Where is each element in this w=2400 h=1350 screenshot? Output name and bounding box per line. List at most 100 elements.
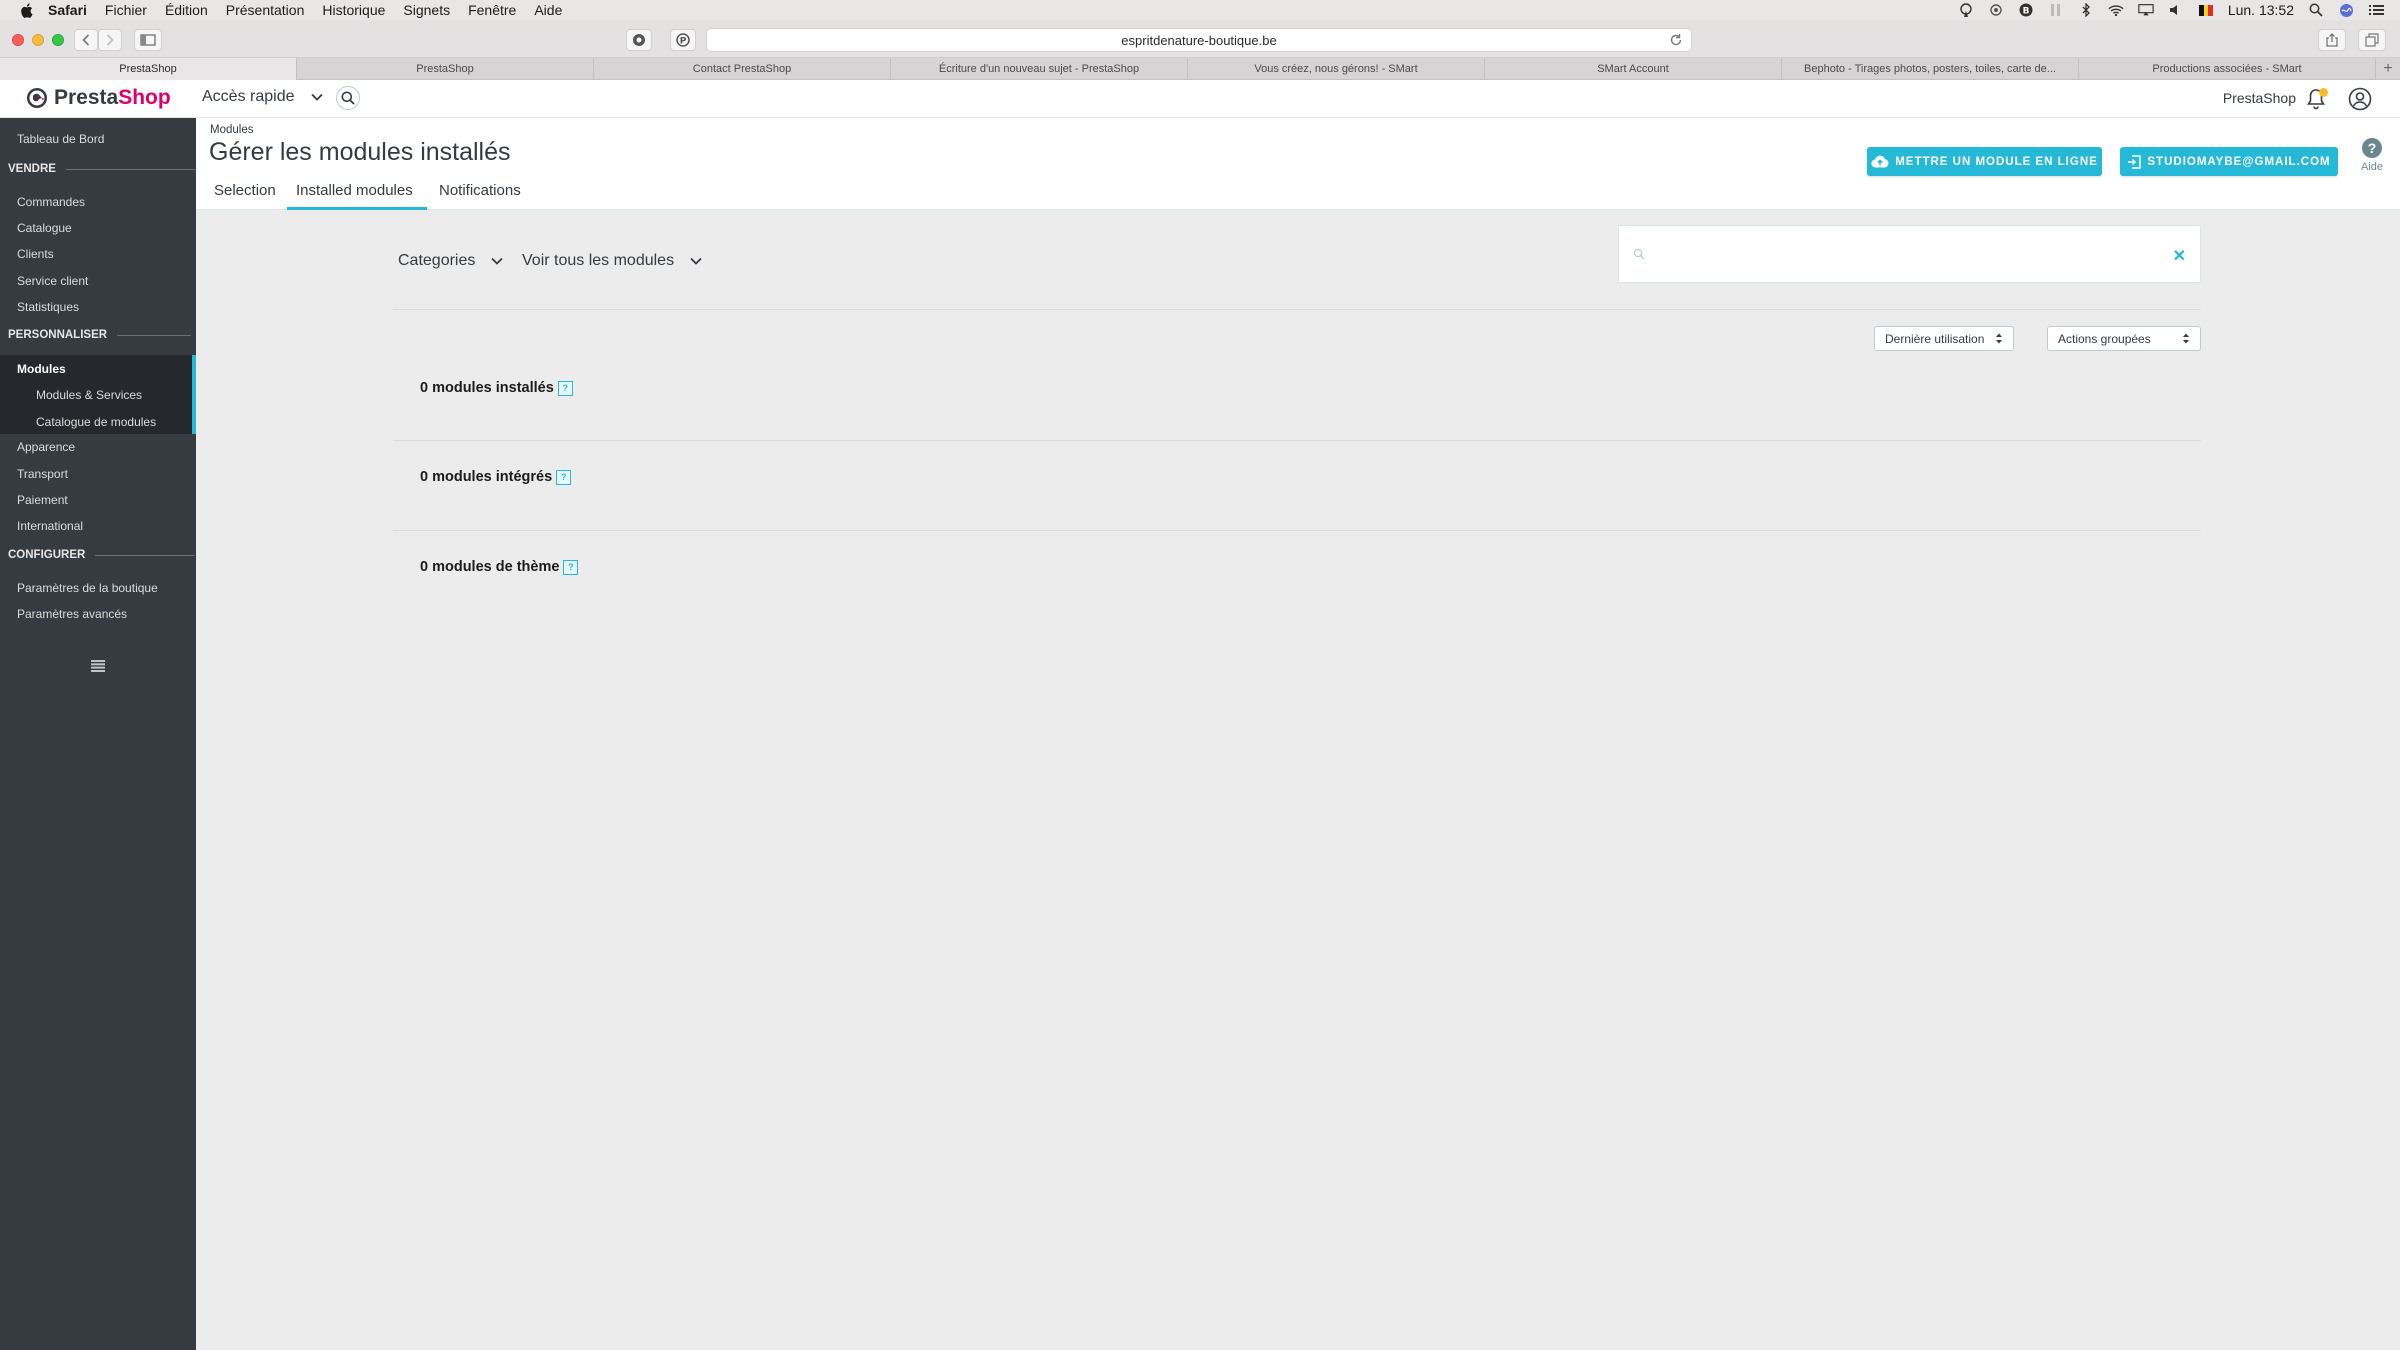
- shop-name-link[interactable]: PrestaShop: [2223, 90, 2296, 106]
- notifications-button[interactable]: [2306, 88, 2328, 110]
- sidebar-item-clients[interactable]: Clients: [17, 247, 54, 261]
- b-circle-icon[interactable]: B: [2018, 3, 2034, 17]
- reload-icon[interactable]: [1669, 33, 1683, 47]
- forward-button[interactable]: [98, 29, 122, 51]
- sort-select[interactable]: Dernière utilisation: [1874, 326, 2014, 351]
- help-button[interactable]: ? Aide: [2358, 138, 2386, 173]
- view-all-modules-dropdown[interactable]: Voir tous les modules: [522, 252, 702, 270]
- menu-fichier[interactable]: Fichier: [105, 2, 147, 18]
- categories-dropdown[interactable]: Categories: [398, 252, 504, 270]
- volume-icon[interactable]: [2168, 3, 2184, 17]
- prestashop-puffin-icon: [27, 88, 47, 108]
- sidebar-item-commandes[interactable]: Commandes: [17, 195, 85, 209]
- browser-tab[interactable]: PrestaShop: [0, 58, 297, 80]
- menu-presentation[interactable]: Présentation: [226, 2, 305, 18]
- sidebar-item-service-client[interactable]: Service client: [17, 274, 88, 288]
- back-button[interactable]: [74, 29, 98, 51]
- header-search-button[interactable]: [336, 86, 360, 110]
- sidebar-item-international[interactable]: International: [17, 519, 83, 533]
- belgium-flag-icon[interactable]: [2198, 3, 2214, 17]
- prestashop-logo[interactable]: PrestaShop: [26, 86, 171, 110]
- native-modules-section-title: 0 modules intégrés ?: [420, 469, 572, 485]
- addons-account-button[interactable]: STUDIOMAYBE@GMAIL.COM: [2120, 147, 2338, 176]
- upload-module-label: METTRE UN MODULE EN LIGNE: [1895, 155, 2098, 168]
- spotlight-icon[interactable]: [2308, 3, 2324, 17]
- menu-safari[interactable]: Safari: [48, 2, 87, 18]
- minimize-window-button[interactable]: [32, 34, 44, 46]
- active-tab-indicator: [287, 207, 427, 210]
- sidebar-item-catalogue[interactable]: Catalogue: [17, 221, 72, 235]
- status-area: B Lun. 13:52: [1958, 0, 2384, 20]
- logo-shop-text: Shop: [118, 86, 171, 109]
- address-bar[interactable]: espritdenature-boutique.be: [706, 28, 1692, 52]
- browser-tab[interactable]: Productions associées - SMart: [2079, 58, 2376, 80]
- macos-menubar: Safari Fichier Édition Présentation Hist…: [0, 0, 2400, 20]
- search-icon: [1633, 248, 1645, 260]
- fullscreen-window-button[interactable]: [52, 34, 64, 46]
- browser-tab[interactable]: Contact PrestaShop: [594, 58, 891, 80]
- employee-menu-button[interactable]: [2348, 87, 2372, 111]
- sidebar-item-dashboard[interactable]: Tableau de Bord: [17, 132, 104, 146]
- clear-search-icon[interactable]: ✕: [2173, 246, 2186, 266]
- menu-historique[interactable]: Historique: [322, 2, 385, 18]
- address-url: espritdenature-boutique.be: [1121, 32, 1277, 48]
- collapse-menu-icon[interactable]: [91, 660, 105, 672]
- tab-notifications[interactable]: Notifications: [439, 182, 521, 199]
- grid-icon[interactable]: [2048, 3, 2064, 17]
- bulk-actions-select[interactable]: Actions groupées: [2047, 326, 2201, 351]
- breadcrumb[interactable]: Modules: [210, 124, 253, 136]
- siri-icon[interactable]: [2338, 3, 2354, 17]
- bluetooth-icon[interactable]: [2078, 3, 2094, 17]
- menubar-clock[interactable]: Lun. 13:52: [2228, 2, 2294, 18]
- notification-center-icon[interactable]: [2368, 3, 2384, 17]
- close-window-button[interactable]: [12, 34, 24, 46]
- menu-edition[interactable]: Édition: [165, 2, 208, 18]
- browser-tab[interactable]: Écriture d'un nouveau sujet - PrestaShop: [891, 58, 1188, 80]
- airplay-icon[interactable]: [2138, 3, 2154, 17]
- airdrop-icon[interactable]: [1958, 3, 1974, 17]
- quick-access-dropdown[interactable]: Accès rapide: [202, 88, 323, 106]
- help-tooltip-icon[interactable]: ?: [557, 380, 573, 396]
- help-tooltip-icon[interactable]: ?: [563, 559, 579, 575]
- menu-fenetre[interactable]: Fenêtre: [468, 2, 516, 18]
- browser-tab[interactable]: Vous créez, nous gérons! - SMart: [1188, 58, 1485, 80]
- menu-signets[interactable]: Signets: [403, 2, 450, 18]
- divider: [393, 530, 2201, 531]
- sidebar-subitem-modules-services[interactable]: Modules & Services: [36, 388, 142, 402]
- module-search-input[interactable]: ✕: [1618, 225, 2201, 283]
- sidebar-item-parametres-avances[interactable]: Paramètres avancés: [17, 607, 127, 621]
- svg-text:B: B: [2022, 7, 2029, 17]
- sidebar-item-modules[interactable]: Modules: [17, 362, 66, 376]
- sidebar-item-transport[interactable]: Transport: [17, 467, 68, 481]
- browser-toolbar: P espritdenature-boutique.be: [0, 20, 2400, 58]
- sidebar-item-apparence[interactable]: Apparence: [17, 440, 75, 454]
- share-button[interactable]: [2318, 29, 2346, 51]
- browser-tab[interactable]: SMart Account: [1485, 58, 1782, 80]
- page-header: Modules Gérer les modules installés Sele…: [196, 118, 2400, 210]
- menu-aide[interactable]: Aide: [534, 2, 562, 18]
- tab-installed-modules[interactable]: Installed modules: [296, 182, 413, 199]
- page-title: Gérer les modules installés: [209, 138, 511, 166]
- sidebar-section-personnaliser: PERSONNALISER: [8, 329, 192, 341]
- browser-tab[interactable]: Bephoto - Tirages photos, posters, toile…: [1782, 58, 2079, 80]
- tab-selection[interactable]: Selection: [214, 182, 276, 199]
- sidebar-item-parametres-boutique[interactable]: Paramètres de la boutique: [17, 581, 158, 595]
- sidebar-divider: [65, 168, 196, 170]
- shield-icon: [633, 34, 645, 46]
- extension-button[interactable]: [626, 29, 652, 51]
- sidebar-item-paiement[interactable]: Paiement: [17, 493, 68, 507]
- upload-module-button[interactable]: METTRE UN MODULE EN LIGNE: [1867, 147, 2102, 176]
- new-tab-button[interactable]: +: [2376, 58, 2400, 79]
- sidebar-toggle-button[interactable]: [134, 29, 162, 51]
- sidebar-item-statistiques[interactable]: Statistiques: [17, 300, 79, 314]
- sidebar-active-indicator: [192, 355, 196, 434]
- divider: [393, 309, 2201, 310]
- cloud-sync-icon[interactable]: [1988, 3, 2004, 17]
- wifi-icon[interactable]: [2108, 3, 2124, 17]
- sidebar-subitem-catalogue-modules[interactable]: Catalogue de modules: [36, 415, 156, 429]
- apple-icon[interactable]: [18, 2, 34, 18]
- show-tabs-button[interactable]: [2358, 29, 2386, 51]
- browser-tab[interactable]: PrestaShop: [297, 58, 594, 80]
- help-tooltip-icon[interactable]: ?: [556, 469, 572, 485]
- pinterest-button[interactable]: P: [670, 29, 696, 51]
